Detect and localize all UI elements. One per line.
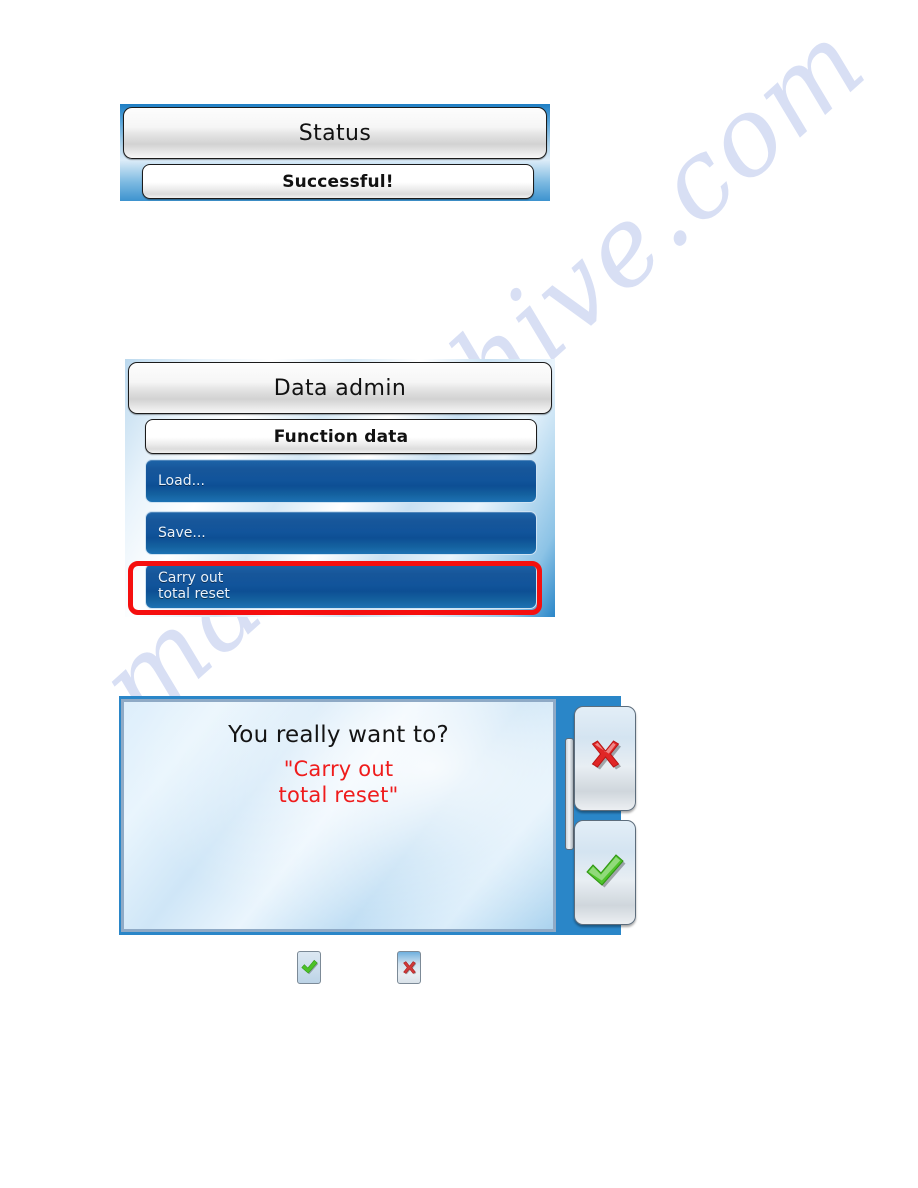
menu-item-save-label: Save... — [158, 525, 206, 541]
confirm-target-line2: total reset" — [278, 783, 399, 807]
status-panel-title: Status — [123, 107, 547, 159]
data-admin-panel: Data admin Function data Load... Save...… — [125, 359, 555, 617]
confirm-question-label: You really want to? — [228, 722, 449, 748]
confirm-dialog-body: You really want to? "Carry out total res… — [121, 699, 556, 932]
dialog-confirm-button[interactable] — [574, 820, 636, 925]
status-message-bar: Successful! — [142, 164, 534, 199]
confirm-target-label: "Carry out total reset" — [124, 756, 553, 808]
check-icon — [583, 852, 627, 894]
legend-confirm-icon-button[interactable] — [297, 951, 321, 984]
status-title-label: Status — [298, 120, 372, 146]
status-panel: Status Successful! — [120, 104, 550, 201]
legend-cancel-icon-button[interactable] — [397, 951, 421, 984]
menu-item-load[interactable]: Load... — [145, 459, 537, 503]
menu-item-total-reset-label-line2: total reset — [158, 586, 230, 602]
menu-item-carry-out-total-reset[interactable]: Carry out total reset — [145, 563, 537, 609]
function-data-label: Function data — [273, 426, 409, 447]
confirm-target-line1: "Carry out — [283, 757, 394, 781]
data-admin-title: Data admin — [128, 362, 552, 414]
menu-item-load-label: Load... — [158, 473, 205, 489]
function-data-header: Function data — [145, 419, 537, 454]
cross-icon — [584, 738, 626, 780]
data-admin-title-label: Data admin — [273, 375, 407, 401]
dialog-cancel-button[interactable] — [574, 706, 636, 811]
check-icon — [300, 959, 319, 977]
confirm-dialog-text: You really want to? "Carry out total res… — [124, 722, 553, 808]
cross-icon — [400, 959, 419, 977]
dialog-scrollbar[interactable] — [565, 738, 574, 850]
status-message-label: Successful! — [282, 171, 394, 192]
menu-item-save[interactable]: Save... — [145, 511, 537, 555]
confirm-dialog-panel: You really want to? "Carry out total res… — [119, 696, 636, 935]
menu-item-total-reset-label-line1: Carry out — [158, 570, 224, 586]
